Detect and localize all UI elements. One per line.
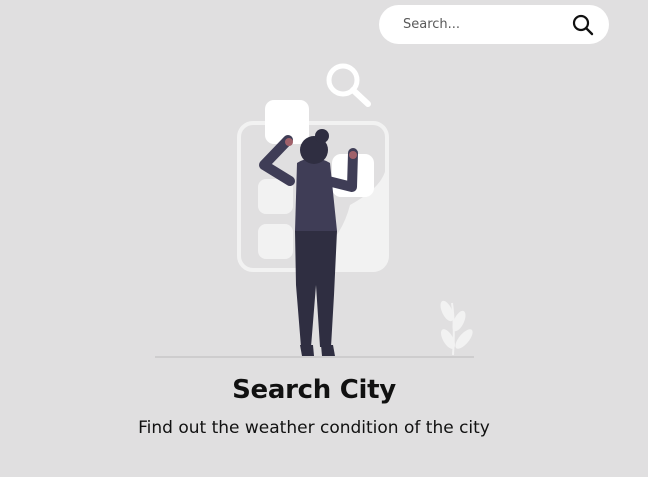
search-bar — [379, 5, 609, 44]
search-input[interactable] — [403, 13, 563, 35]
plant-decoration — [440, 300, 473, 356]
empty-state-title: Search City — [232, 375, 396, 405]
empty-state-subtitle: Find out the weather condition of the ci… — [138, 418, 490, 438]
search-button[interactable] — [571, 13, 595, 37]
search-icon — [572, 14, 594, 36]
search-city-page: Search City Find out the weather conditi… — [0, 0, 648, 477]
magnifier-decoration-icon — [326, 63, 371, 107]
person-searching-illustration — [155, 63, 474, 358]
app-tile — [258, 224, 293, 259]
